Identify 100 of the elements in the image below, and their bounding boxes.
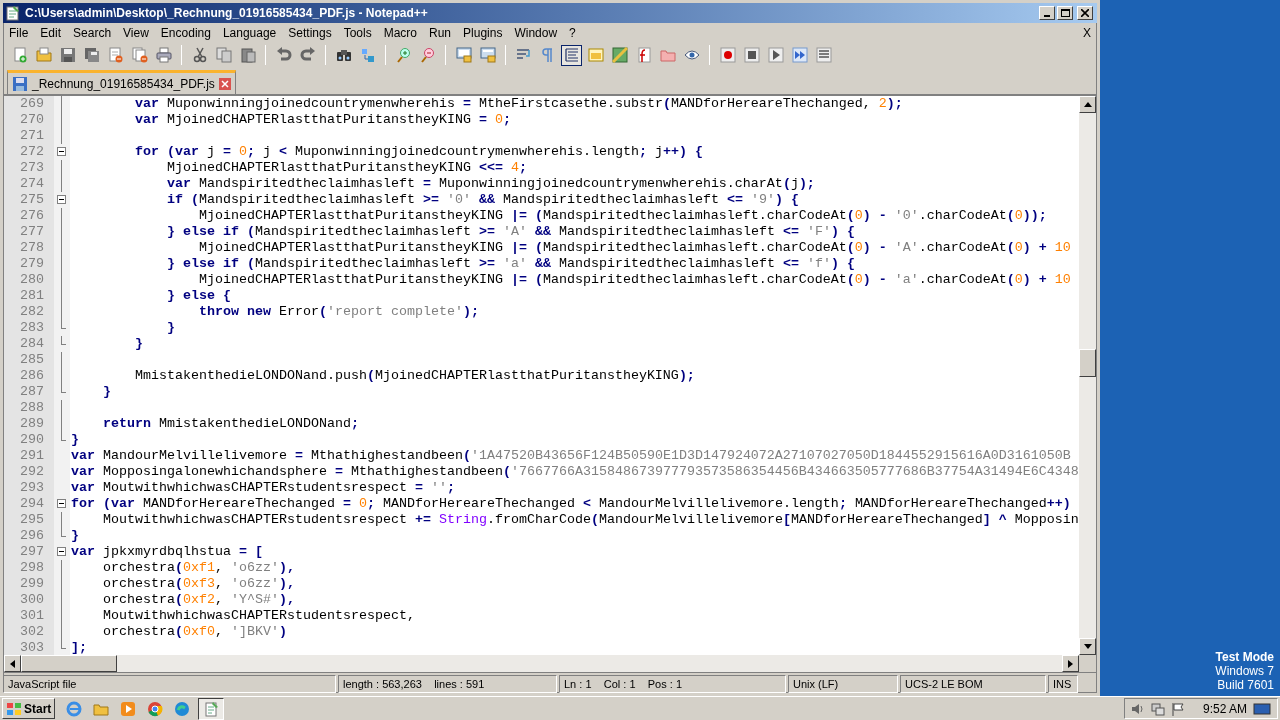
binoculars-icon [335, 47, 352, 63]
menu-item[interactable]: Tools [337, 23, 378, 42]
code-line: var MjoinedCHAPTERlastthatPuritanstheyKING = 0; [134, 112, 511, 128]
menu-item[interactable]: File [3, 23, 35, 42]
line-number: 303 [19, 640, 45, 655]
scroll-thumb[interactable] [1079, 349, 1096, 377]
menu-item[interactable]: View [117, 23, 155, 42]
media-player-icon [120, 700, 137, 717]
code-line: } [71, 528, 79, 544]
close-document-button[interactable]: X [1083, 23, 1091, 42]
stop-button[interactable] [741, 44, 762, 66]
code-line: var Mandspiritedtheclaimhasleft = Muponwinningjoinedcountrymenwherehis.charAt(j); [165, 176, 815, 192]
menu-item[interactable]: Encoding [154, 23, 217, 42]
line-number: 290 [19, 432, 45, 448]
windows-logo-icon [6, 701, 22, 716]
line-number: 270 [19, 112, 45, 128]
new-file-icon [11, 47, 28, 63]
indent-guide-button[interactable] [561, 44, 582, 66]
start-button[interactable]: Start [2, 698, 56, 719]
menu-item[interactable]: Edit [34, 23, 68, 42]
notepad-taskbar-button[interactable] [198, 697, 225, 720]
fast-forward-button[interactable] [789, 44, 810, 66]
disks-icon [83, 47, 100, 63]
flag-icon[interactable] [1170, 701, 1185, 716]
line-number: 283 [19, 320, 45, 336]
menu-item[interactable]: Settings [282, 23, 338, 42]
network-icon[interactable] [1150, 701, 1165, 716]
code-line: orchestra(0xf1, 'o6zz'), [102, 560, 295, 576]
minimize-button[interactable] [1039, 6, 1055, 20]
line-number: 291 [19, 448, 45, 464]
code-line: throw new Error('report complete'); [197, 304, 479, 320]
zoom-out-icon [419, 47, 436, 63]
menu-item[interactable]: Language [216, 23, 283, 42]
menu-item[interactable]: Search [67, 23, 118, 42]
zoom-in-icon [395, 47, 412, 63]
open-folder-icon [35, 47, 52, 63]
line-number: 294 [19, 496, 45, 512]
close-icon [220, 79, 229, 88]
code-line: MjoinedCHAPTERlastthatPuritanstheyKING |= (Mandspiritedtheclaimhasleft.charCodeAt(0) - '0'.charCodeAt(0)); [197, 208, 1047, 224]
right-arrow-icon [1068, 659, 1073, 668]
line-number: 277 [19, 224, 45, 240]
fast-forward-icon [791, 47, 808, 63]
code-line: orchestra(0xf2, 'Y^S#'), [102, 592, 295, 608]
tab-close-button[interactable] [218, 77, 231, 90]
line-number: 295 [19, 512, 45, 528]
menu-item[interactable]: Macro [377, 23, 423, 42]
collapse-icon[interactable] [57, 147, 66, 156]
line-number: 284 [19, 336, 45, 352]
menu-item[interactable]: Window [508, 23, 564, 42]
file-tab[interactable]: _Rechnung_01916585434_PDF.js [7, 70, 236, 94]
code-line: for (var MANDforHereareThechanged = 0; MANDforHereareThechanged < MandourMelvillelivemore.length; MANDforHereareThechanged++) [71, 496, 1071, 512]
copy-button[interactable] [213, 44, 234, 66]
code-line: var jpkxmyrdbqlhstua = [ [71, 544, 263, 560]
collapse-icon[interactable] [57, 195, 66, 204]
map-button[interactable] [609, 44, 630, 66]
close-button[interactable] [1077, 6, 1093, 20]
code-line: for (var j = 0; j < Muponwinningjoinedcountrymenwherehis.length; j++) { [134, 144, 703, 160]
vertical-scrollbar[interactable] [1079, 96, 1096, 655]
indent-guide-icon [563, 47, 580, 63]
scroll-up-button[interactable] [1079, 96, 1096, 113]
record-button[interactable] [717, 44, 738, 66]
notepad-icon [5, 5, 21, 21]
maximize-button[interactable] [1057, 6, 1073, 20]
line-number: 301 [19, 608, 45, 624]
sync-horizontal-button[interactable] [477, 44, 498, 66]
clock[interactable]: 9:52 AM [1202, 699, 1247, 718]
code-line: orchestra(0xf3, 'o6zz'), [102, 576, 295, 592]
line-number: 289 [19, 416, 45, 432]
close-file-icon [107, 47, 124, 63]
up-arrow-icon [1083, 102, 1092, 107]
menu-item[interactable]: Plugins [457, 23, 509, 42]
menu-item[interactable]: Run [423, 23, 458, 42]
line-number: 285 [19, 352, 45, 368]
menu-item[interactable]: ? [563, 23, 582, 42]
sync-vertical-icon [455, 47, 472, 63]
line-number: 276 [19, 208, 45, 224]
horizontal-scrollbar[interactable] [4, 655, 1096, 672]
sync-vertical-button[interactable] [453, 44, 474, 66]
record-icon [719, 47, 736, 63]
status-field: length : 563,263 lines : 591 [338, 675, 557, 693]
printer-button[interactable] [153, 44, 174, 66]
line-number: 278 [19, 240, 45, 256]
scroll-right-button[interactable] [1062, 655, 1079, 672]
tab-label: _Rechnung_01916585434_PDF.js [32, 75, 215, 93]
speaker-icon[interactable] [1130, 701, 1145, 716]
scroll-thumb[interactable] [21, 655, 117, 672]
code-line: } [102, 384, 111, 400]
line-number: 296 [19, 528, 45, 544]
macro-list-button[interactable] [813, 44, 834, 66]
collapse-icon[interactable] [57, 547, 66, 556]
sync-horizontal-icon [479, 47, 496, 63]
scroll-left-button[interactable] [4, 655, 21, 672]
close-files-icon [131, 47, 148, 63]
show-desktop-icon[interactable] [1253, 701, 1271, 716]
collapse-icon[interactable] [57, 499, 66, 508]
play-button[interactable] [765, 44, 786, 66]
line-number: 300 [19, 592, 45, 608]
stop-icon [743, 47, 760, 63]
scroll-down-button[interactable] [1079, 638, 1096, 655]
down-arrow-icon [1083, 644, 1092, 649]
